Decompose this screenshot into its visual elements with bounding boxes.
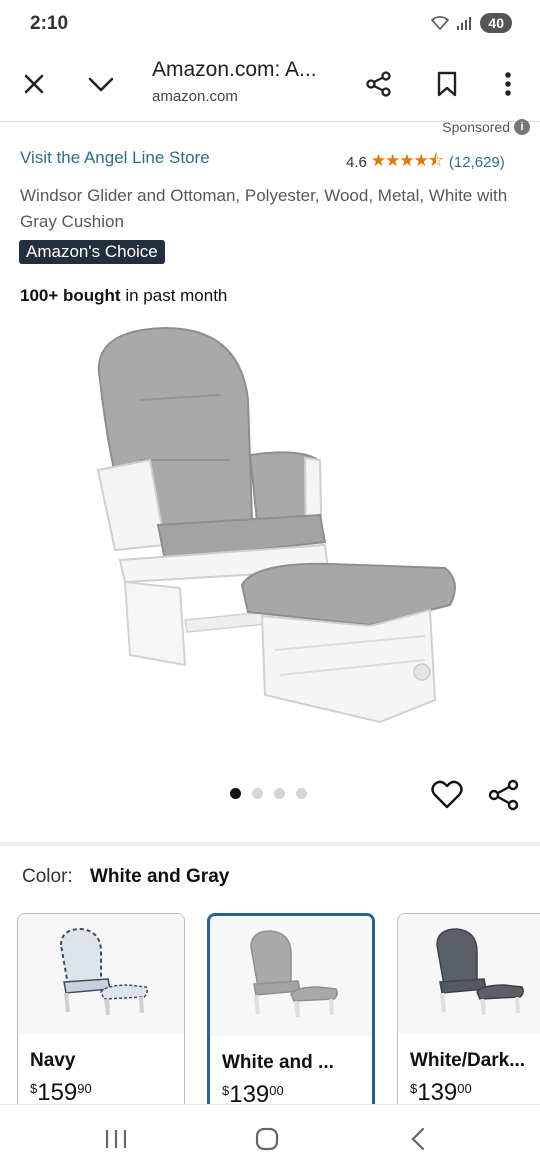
- carousel-indicator: [230, 788, 307, 799]
- share-icon: [366, 71, 391, 97]
- price-cents: 90: [77, 1081, 92, 1096]
- more-options-button[interactable]: [488, 64, 528, 104]
- carousel-dot[interactable]: [252, 788, 263, 799]
- section-divider: [0, 842, 540, 846]
- sponsored-text: Sponsored: [442, 119, 510, 135]
- carousel-dot[interactable]: [230, 788, 241, 799]
- color-selection: Color: White and Gray: [22, 866, 229, 888]
- price-main: 159: [37, 1079, 78, 1106]
- price-currency: $: [222, 1083, 230, 1098]
- price-cents: 00: [269, 1083, 284, 1098]
- swatch-thumbnail: [210, 916, 372, 1036]
- close-icon: [24, 74, 44, 94]
- home-button[interactable]: [247, 1123, 287, 1155]
- share-icon: [488, 779, 519, 811]
- swatch-name: White/Dark...: [410, 1050, 526, 1071]
- color-label: Color:: [22, 866, 73, 887]
- swatch-price: $15990: [30, 1079, 92, 1107]
- sponsored-label[interactable]: Sponsored i: [442, 119, 530, 135]
- status-time: 2:10: [30, 13, 69, 34]
- price-currency: $: [410, 1081, 418, 1096]
- store-link[interactable]: Visit the Angel Line Store: [20, 148, 210, 168]
- swatch-image: [59, 927, 148, 1015]
- swatch-image: [250, 929, 338, 1017]
- info-icon: i: [514, 119, 530, 135]
- tab-url[interactable]: amazon.com: [152, 88, 238, 105]
- swatch-name: Navy: [30, 1050, 76, 1071]
- color-value: White and Gray: [89, 866, 230, 887]
- price-cents: 00: [457, 1081, 472, 1096]
- wifi-icon: [431, 16, 450, 31]
- recent-apps-icon: [105, 1130, 127, 1148]
- rating-value: 4.6: [346, 154, 367, 171]
- recent-apps-button[interactable]: [96, 1123, 136, 1155]
- bought-count-rest: in past month: [120, 286, 228, 305]
- swatch-image: [436, 927, 524, 1015]
- wishlist-button[interactable]: [430, 778, 464, 812]
- signal-icon: [457, 17, 472, 30]
- amazons-choice-badge: Amazon's Choice: [19, 240, 165, 264]
- bookmark-icon: [437, 71, 457, 97]
- color-swatch-white-and-gray[interactable]: White and ... $13900: [207, 913, 375, 1113]
- star-rating-icon: ★★★★⯪: [370, 151, 444, 170]
- status-bar: 2:10 40: [0, 0, 540, 50]
- color-swatch-white-dark-gray[interactable]: White/Dark... $13900: [397, 913, 540, 1113]
- battery-indicator: 40: [480, 13, 512, 33]
- rating-summary[interactable]: 4.6 ★★★★⯪ (12,629): [346, 148, 505, 177]
- product-share-button[interactable]: [487, 778, 521, 812]
- price-main: 139: [417, 1079, 458, 1106]
- back-icon: [411, 1127, 425, 1151]
- carousel-dot[interactable]: [296, 788, 307, 799]
- price-currency: $: [30, 1081, 38, 1096]
- rating-count: (12,629): [448, 154, 505, 171]
- browser-toolbar: Amazon.com: A... amazon.com: [0, 50, 540, 122]
- swatch-thumbnail: [398, 914, 540, 1034]
- close-button[interactable]: [14, 64, 54, 104]
- status-icons: 40: [430, 13, 512, 33]
- swatch-price: $13900: [410, 1079, 472, 1107]
- bookmark-button[interactable]: [427, 64, 467, 104]
- carousel-dot[interactable]: [274, 788, 285, 799]
- system-nav-bar: [0, 1104, 540, 1170]
- swatch-name: White and ...: [222, 1052, 334, 1073]
- back-button[interactable]: [398, 1123, 438, 1155]
- share-button[interactable]: [359, 64, 399, 104]
- more-vert-icon: [505, 72, 511, 96]
- bought-count: 100+ bought in past month: [20, 286, 227, 306]
- bought-count-bold: 100+ bought: [20, 286, 121, 305]
- product-title: Windsor Glider and Ottoman, Polyester, W…: [20, 186, 508, 231]
- expand-button[interactable]: [81, 64, 121, 104]
- chevron-down-icon: [88, 77, 114, 92]
- product-image[interactable]: [70, 320, 470, 750]
- swatch-thumbnail: [18, 914, 184, 1034]
- color-swatch-navy[interactable]: Navy $15990: [17, 913, 185, 1113]
- heart-icon: [431, 780, 463, 809]
- tab-title[interactable]: Amazon.com: A...: [152, 58, 317, 82]
- home-icon: [255, 1127, 279, 1151]
